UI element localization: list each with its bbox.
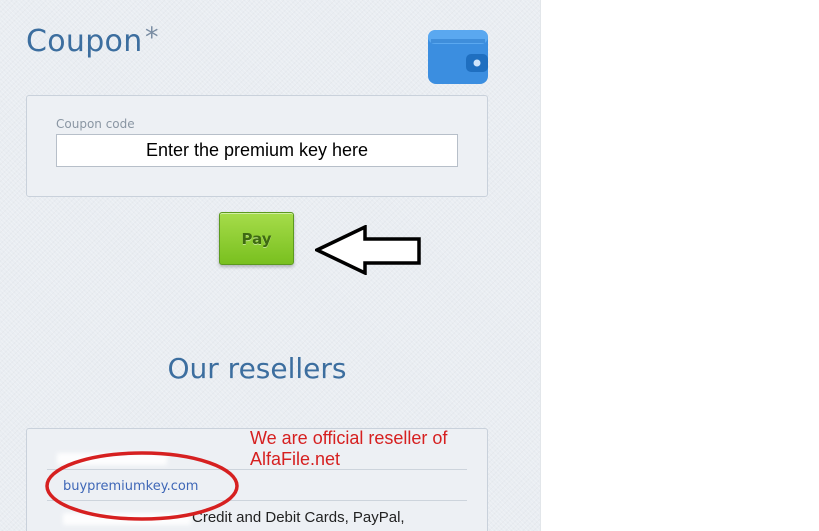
pay-button[interactable]: Pay bbox=[219, 212, 294, 265]
required-asterisk: * bbox=[145, 22, 159, 53]
coupon-form: Coupon code bbox=[26, 95, 488, 197]
reseller-note: We are official reseller of AlfaFile.net bbox=[250, 428, 447, 470]
coupon-code-input[interactable] bbox=[56, 134, 458, 167]
panel-edge bbox=[540, 0, 541, 531]
left-arrow-icon bbox=[315, 225, 421, 275]
reseller-note-line2: AlfaFile.net bbox=[250, 449, 341, 469]
coupon-code-label: Coupon code bbox=[56, 117, 135, 131]
reseller-note-line1: We are official reseller of bbox=[250, 428, 448, 448]
resellers-title: Our resellers bbox=[167, 352, 347, 385]
red-ellipse bbox=[45, 451, 239, 521]
wallet-icon bbox=[428, 30, 488, 84]
coupon-title: Coupon bbox=[26, 24, 143, 59]
